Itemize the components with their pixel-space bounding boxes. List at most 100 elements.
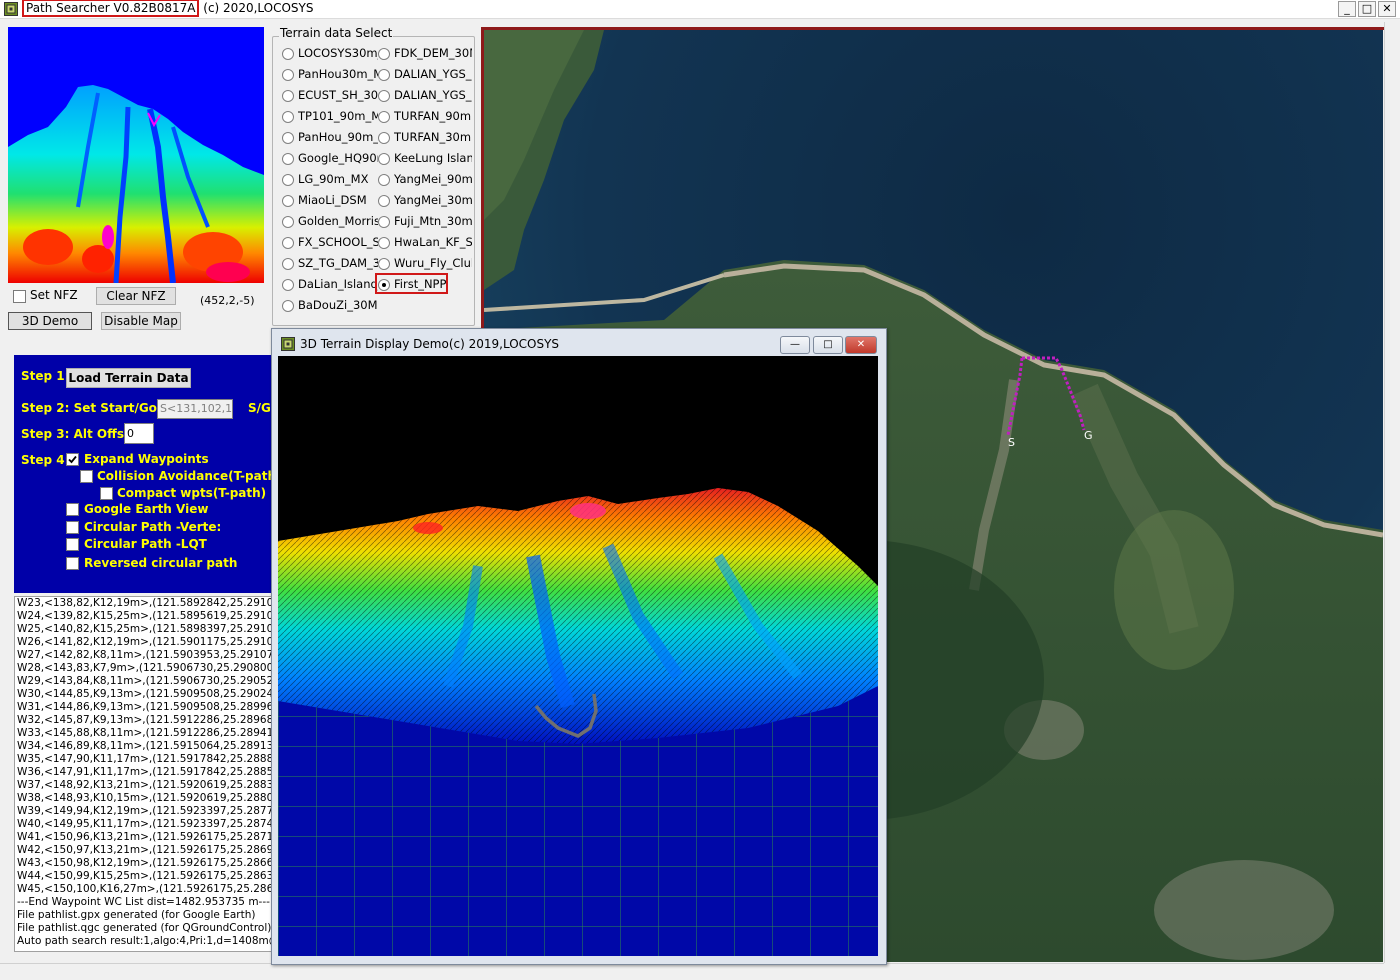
- log-line: W27,<142,82,K8,11m>,(121.5903953,25.2910…: [17, 649, 271, 661]
- terrain-radio[interactable]: [378, 132, 390, 144]
- log-line: W41,<150,96,K13,21m>,(121.5926175,25.287…: [17, 831, 271, 843]
- terrain-3d-maximize-button[interactable]: □: [813, 336, 843, 354]
- reversed-circular-checkbox[interactable]: [66, 557, 79, 570]
- log-line: W25,<140,82,K15,25m>,(121.5898397,25.291…: [17, 623, 271, 635]
- terrain-option-label: PanHou_90m_M: [298, 130, 378, 144]
- terrain-option-label-selected: First_NPP: [394, 277, 446, 291]
- collision-avoidance-label: Collision Avoidance(T-path): [97, 469, 282, 483]
- log-line: W45,<150,100,K16,27m>,(121.5926175,25.28…: [17, 883, 271, 895]
- log-line: W39,<149,94,K12,19m>,(121.5923397,25.287…: [17, 805, 271, 817]
- step3-label: Step 3: Alt Offset: [21, 427, 138, 441]
- log-line: W44,<150,99,K15,25m>,(121.5926175,25.286…: [17, 870, 271, 882]
- terrain-option-label: Wuru_Fly_Club_: [394, 256, 472, 270]
- terrain-3d-window-icon: [281, 337, 295, 354]
- maximize-button[interactable]: □: [1358, 1, 1376, 17]
- terrain-radio[interactable]: [378, 174, 390, 186]
- compact-wpts-checkbox[interactable]: [100, 487, 113, 500]
- terrain-option-label: LG_90m_MX: [298, 172, 369, 186]
- terrain-option-label: TURFAN_30m: [394, 130, 472, 144]
- terrain-option-label: HwaLan_KF_Sc: [394, 235, 472, 249]
- log-line: W36,<147,91,K11,17m>,(121.5917842,25.288…: [17, 766, 271, 778]
- google-earth-view-checkbox[interactable]: [66, 503, 79, 516]
- path-start-marker: S: [1008, 436, 1015, 449]
- circular-verte-label: Circular Path -Verte:: [84, 520, 222, 534]
- log-line: W23,<138,82,K12,19m>,(121.5892842,25.291…: [17, 597, 271, 609]
- terrain-radio[interactable]: [378, 48, 390, 60]
- terrain-radio[interactable]: [282, 69, 294, 81]
- log-line: W38,<148,93,K10,15m>,(121.5920619,25.288…: [17, 792, 271, 804]
- terrain-option-label: FDK_DEM_30M: [394, 46, 472, 60]
- terrain-radio[interactable]: [378, 90, 390, 102]
- terrain-radio[interactable]: [282, 132, 294, 144]
- terrain-radio[interactable]: [282, 216, 294, 228]
- circular-verte-checkbox[interactable]: [66, 521, 79, 534]
- log-line: W29,<143,84,K8,11m>,(121.5906730,25.2905…: [17, 675, 271, 687]
- terrain-radio[interactable]: [378, 195, 390, 207]
- set-nfz-checkbox[interactable]: [13, 290, 26, 303]
- set-nfz-label: Set NFZ: [30, 288, 78, 302]
- log-line: Auto path search result:1,algo:4,Pri:1,d…: [17, 935, 271, 947]
- terrain-radio[interactable]: [282, 111, 294, 123]
- app-title-copyright: (c) 2020,LOCOSYS: [199, 1, 314, 15]
- disable-map-button[interactable]: Disable Map: [101, 312, 181, 330]
- clear-nfz-button[interactable]: Clear NFZ: [96, 287, 176, 305]
- cursor-coordinate-readout: (452,2,-5): [200, 294, 255, 307]
- terrain-radio[interactable]: [282, 174, 294, 186]
- terrain-radio[interactable]: [378, 69, 390, 81]
- terrain-radio[interactable]: [378, 153, 390, 165]
- start-goal-input[interactable]: S<131,102,17: [157, 399, 233, 419]
- terrain-radio[interactable]: [378, 216, 390, 228]
- log-line: ---End Waypoint WC List dist=1482.953735…: [17, 896, 270, 908]
- waypoint-log-list[interactable]: W23,<138,82,K12,19m>,(121.5892842,25.291…: [14, 596, 272, 952]
- terrain-option-label: LOCOSYS30m_I: [298, 46, 378, 60]
- height-map-preview[interactable]: [8, 27, 264, 283]
- log-line: W40,<149,95,K11,17m>,(121.5923397,25.287…: [17, 818, 271, 830]
- terrain-radio[interactable]: [282, 237, 294, 249]
- expand-waypoints-label: Expand Waypoints: [84, 452, 209, 466]
- terrain-radio[interactable]: [282, 279, 294, 291]
- terrain-option-label: Google_HQ90m_: [298, 151, 378, 165]
- log-line: W43,<150,98,K12,19m>,(121.5926175,25.286…: [17, 857, 271, 869]
- collision-avoidance-checkbox[interactable]: [80, 470, 93, 483]
- circular-lqt-checkbox[interactable]: [66, 538, 79, 551]
- horizontal-scrollbar[interactable]: [0, 963, 1384, 980]
- terrain-radio[interactable]: [282, 258, 294, 270]
- circular-lqt-label: Circular Path -LQT: [84, 537, 207, 551]
- terrain-option-label: BaDouZi_30M: [298, 298, 378, 312]
- 3d-demo-button[interactable]: 3D Demo: [8, 312, 92, 330]
- minimize-button[interactable]: _: [1338, 1, 1356, 17]
- terrain-select-legend: Terrain data Select: [279, 26, 394, 40]
- step4-label: Step 4:: [21, 453, 70, 467]
- terrain-3d-minimize-button[interactable]: —: [780, 336, 810, 354]
- terrain-radio[interactable]: [378, 237, 390, 249]
- terrain-radio[interactable]: [282, 195, 294, 207]
- terrain-3d-close-button[interactable]: ✕: [845, 336, 877, 354]
- terrain-option-label: TP101_90m_M>: [298, 109, 378, 123]
- terrain-option-label: YangMei_30m: [394, 193, 472, 207]
- close-button[interactable]: ✕: [1378, 1, 1396, 17]
- terrain-3d-canvas[interactable]: [278, 356, 878, 956]
- terrain-radio[interactable]: [378, 111, 390, 123]
- step2-label: Step 2: Set Start/Goal: [21, 401, 170, 415]
- log-line: W24,<139,82,K15,25m>,(121.5895619,25.291…: [17, 610, 271, 622]
- terrain-radio[interactable]: [282, 300, 294, 312]
- vertical-scrollbar[interactable]: [1384, 22, 1400, 963]
- terrain-radio-selected[interactable]: [378, 279, 390, 291]
- terrain-radio[interactable]: [282, 48, 294, 60]
- app-icon: [4, 2, 18, 16]
- expand-waypoints-checkbox[interactable]: [66, 453, 79, 466]
- terrain-radio[interactable]: [378, 258, 390, 270]
- alt-offset-input[interactable]: 0: [124, 423, 154, 444]
- log-line: W28,<143,83,K7,9m>,(121.5906730,25.29080…: [17, 662, 272, 674]
- log-line: File pathlist.qgc generated (for QGround…: [17, 922, 272, 934]
- log-line: W34,<146,89,K8,11m>,(121.5915064,25.2891…: [17, 740, 271, 752]
- terrain-option-label: PanHou30m_M>: [298, 67, 378, 81]
- terrain-radio[interactable]: [282, 90, 294, 102]
- terrain-radio[interactable]: [282, 153, 294, 165]
- terrain-option-label: KeeLung Island: [394, 151, 472, 165]
- compact-wpts-label: Compact wpts(T-path): [117, 486, 267, 500]
- load-terrain-button[interactable]: Load Terrain Data: [66, 368, 191, 388]
- log-line: W42,<150,97,K13,21m>,(121.5926175,25.286…: [17, 844, 271, 856]
- terrain-option-label: DaLian_Island_3: [298, 277, 378, 291]
- log-line: File pathlist.gpx generated (for Google …: [17, 909, 256, 921]
